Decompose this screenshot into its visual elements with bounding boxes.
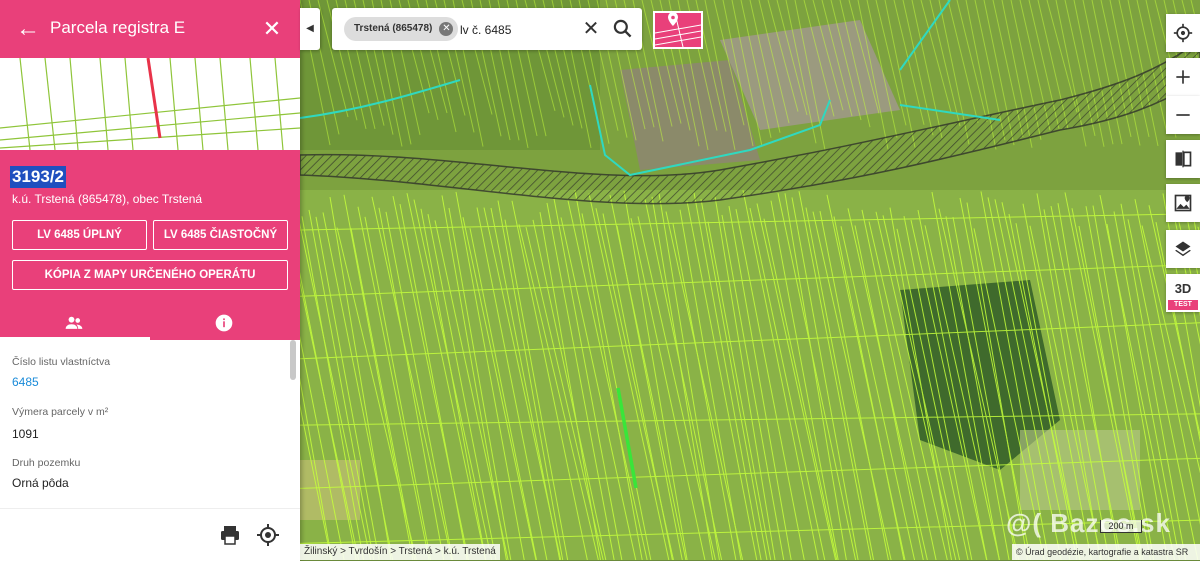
- map-copy-button[interactable]: KÓPIA Z MAPY URČENÉHO OPERÁTU: [12, 260, 288, 290]
- test-badge: TEST: [1168, 300, 1198, 310]
- panel-footer: [0, 508, 300, 561]
- collapse-panel-button[interactable]: ◀: [300, 8, 320, 50]
- close-icon[interactable]: ✕: [258, 14, 286, 44]
- minus-icon: [1176, 114, 1190, 116]
- crosshair-icon: [1173, 23, 1193, 43]
- watermark: @( Bazos.sk: [1006, 508, 1171, 538]
- cadastral-info: k.ú. Trstená (865478), obec Trstená: [12, 192, 203, 206]
- parcel-map-icon: [654, 12, 702, 48]
- search-bar: Trstená (865478) ✕ ✕: [332, 8, 642, 50]
- map-locate-button[interactable]: [1166, 184, 1200, 222]
- lv-partial-button[interactable]: LV 6485 ČIASTOČNÝ: [153, 220, 288, 250]
- lv-full-button[interactable]: LV 6485 ÚPLNÝ: [12, 220, 147, 250]
- panel-tabs: [0, 306, 300, 340]
- plus-icon: [1176, 70, 1190, 84]
- field-value-land-type: Orná pôda: [12, 476, 69, 490]
- field-label-land-type: Druh pozemku: [12, 457, 81, 469]
- owners-icon: [65, 316, 83, 329]
- back-arrow-icon[interactable]: ←: [14, 14, 42, 44]
- split-view-icon: [1175, 150, 1192, 168]
- layers-icon: [1175, 241, 1191, 257]
- scale-bar: 200 m: [1100, 520, 1142, 533]
- panel-scrollbar[interactable]: [290, 340, 296, 380]
- location-breadcrumb: Žilinský > Tvrdošín > Trstená > k.ú. Trs…: [300, 544, 500, 560]
- tab-owners[interactable]: [0, 306, 150, 340]
- field-label-area: Výmera parcely v m²: [12, 406, 109, 418]
- zoom-in-button[interactable]: [1166, 58, 1200, 96]
- print-icon[interactable]: [218, 523, 242, 547]
- search-input[interactable]: [458, 18, 572, 42]
- clear-search-icon[interactable]: ✕: [580, 16, 602, 42]
- map-attribution: © Úrad geodézie, kartografie a katastra …: [1012, 544, 1200, 560]
- map-pin-icon: [1174, 194, 1192, 212]
- search-icon[interactable]: [610, 16, 636, 42]
- map-view-toggle-button[interactable]: [653, 11, 703, 49]
- map-canvas[interactable]: [300, 0, 1200, 560]
- chip-remove-icon[interactable]: ✕: [439, 22, 454, 36]
- panel-header: ← Parcela registra E ✕: [0, 0, 300, 58]
- parcel-number: 3193/2: [10, 166, 66, 188]
- cadastral-chip[interactable]: Trstená (865478) ✕: [344, 17, 459, 41]
- map-view[interactable]: [300, 0, 1200, 560]
- locate-parcel-icon[interactable]: [256, 523, 280, 547]
- panel-title: Parcela registra E: [50, 18, 186, 37]
- layers-button[interactable]: [1166, 230, 1200, 268]
- zoom-out-button[interactable]: [1166, 96, 1200, 134]
- chip-label: Trstená (865478): [354, 23, 433, 34]
- field-value-area: 1091: [12, 427, 39, 441]
- my-location-button[interactable]: [1166, 14, 1200, 52]
- info-icon: [215, 314, 233, 332]
- parcel-summary: 3193/2 k.ú. Trstená (865478), obec Trste…: [0, 150, 300, 340]
- compare-maps-button[interactable]: [1166, 140, 1200, 178]
- parcel-thumbnail-map: [0, 58, 300, 150]
- field-label-lv: Číslo listu vlastníctva: [12, 356, 111, 368]
- tab-info[interactable]: [150, 306, 300, 340]
- field-value-lv[interactable]: 6485: [12, 375, 39, 389]
- parcel-panel: ← Parcela registra E ✕ 3193/2 k.ú. Trste…: [0, 0, 300, 561]
